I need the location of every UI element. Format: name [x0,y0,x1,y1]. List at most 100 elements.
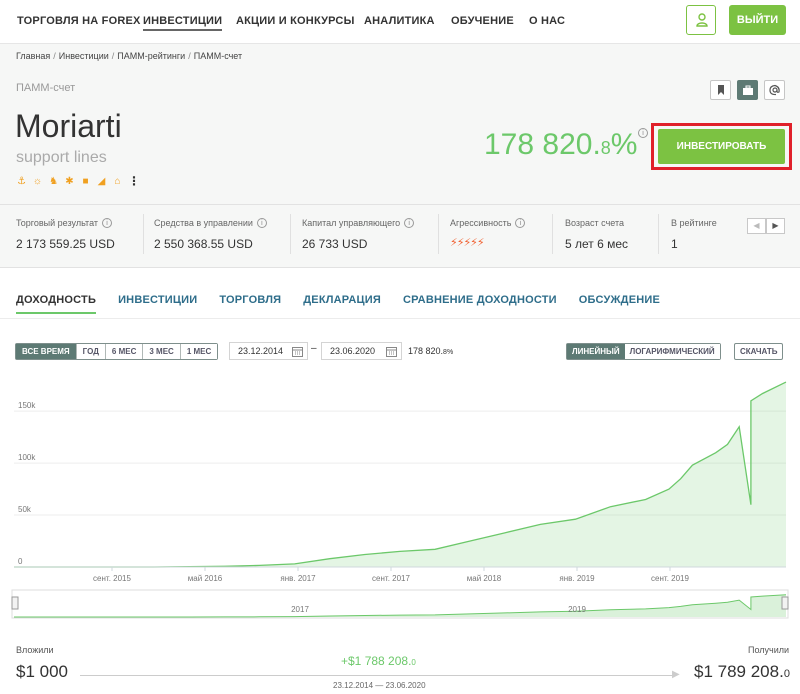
logout-button[interactable]: ВЫЙТИ [729,5,786,35]
stat-value: 1 [671,237,678,251]
scale-log[interactable]: ЛОГАРИФМИЧЕСКИЙ [624,344,720,359]
nav-item-analytics[interactable]: АНАЛИТИКА [364,15,435,27]
bookmark-icon [718,85,724,95]
stat-value: 2 173 559.25 USD [16,237,115,251]
stat-label: Средства в управлении [154,218,253,228]
nav-item-education[interactable]: ОБУЧЕНИЕ [451,15,514,27]
calendar-icon [386,347,397,357]
summary-period: 23.12.2014 — 23.06.2020 [333,681,426,690]
tab-compare-returns[interactable]: СРАВНЕНИЕ ДОХОДНОСТИ [403,294,557,314]
next-arrow-icon[interactable]: ▶ [766,218,785,234]
stat-value: 5 лет 6 мес [565,237,629,251]
x-tick-label: сент. 2017 [372,574,410,583]
nav-item-promotions[interactable]: АКЦИИ И КОНКУРСЫ [236,15,355,27]
x-tick-label: май 2018 [467,574,502,583]
navigator-tick-label: 2019 [568,605,586,614]
y-tick-label: 100k [18,453,36,462]
divider [143,214,144,254]
breadcrumb: Главная / Инвестиции / ПАММ-рейтинги / ПАММ-сч… [16,51,243,61]
divider [658,214,659,254]
stairs-icon[interactable]: ◢ [96,176,107,187]
period-all-time[interactable]: ВСЕ ВРЕМЯ [16,344,77,359]
divider [0,318,800,319]
stat-rating: В рейтинге 1 [671,218,717,251]
tab-discussion[interactable]: ОБСУЖДЕНИЕ [579,294,660,314]
account-tabs: ДОХОДНОСТЬ ИНВЕСТИЦИИ ТОРГОВЛЯ ДЕКЛАРАЦИ… [16,294,682,314]
more-icon[interactable]: ⋮ [128,175,140,187]
invest-button[interactable]: ИНВЕСТИРОВАТЬ [658,129,785,164]
profit-value: +$1 788 208.0 [341,654,416,668]
stat-manager-capital: Капитал управляющего i 26 733 USD [302,218,415,251]
walker-icon[interactable]: ♞ [48,176,59,187]
returns-chart[interactable]: 0 50k 100k 150k сент. 2015 май 2016 янв. 2017 с… [0,372,800,588]
nav-item-forex[interactable]: ТОРГОВЛЯ НА FOREX [17,15,141,27]
divider [290,214,291,254]
period-year[interactable]: ГОД [76,344,106,359]
divider [0,204,800,205]
navigator-handle-right [781,596,789,610]
tab-returns[interactable]: ДОХОДНОСТЬ [16,294,97,314]
bookmark-button[interactable] [710,80,731,100]
sun-icon[interactable]: ☼ [32,176,43,187]
user-icon [696,13,708,27]
date-to-value: 23.06.2020 [330,346,376,356]
info-icon[interactable]: i [638,128,648,138]
lock-icon[interactable]: ■ [80,176,91,187]
profile-button[interactable] [686,5,716,35]
info-icon[interactable]: i [404,218,415,228]
account-type-label: ПАММ-счет [16,82,76,94]
stat-aggressiveness: Агрессивность i ⚡⚡⚡⚡⚡ [450,218,526,249]
nav-item-investments[interactable]: ИНВЕСТИЦИИ [143,15,223,31]
portfolio-button[interactable] [737,80,758,100]
download-button[interactable]: СКАЧАТЬ [734,343,784,360]
sparkle-icon[interactable]: ✱ [64,176,75,187]
x-tick-label: сент. 2019 [651,574,689,583]
breadcrumb-home[interactable]: Главная [16,51,50,61]
tab-investments[interactable]: ИНВЕСТИЦИИ [118,294,197,314]
received-value: $1 789 208.0 [694,662,790,681]
house-icon[interactable]: ⌂ [112,176,123,187]
stat-account-age: Возраст счета 5 лет 6 мес [565,218,628,251]
date-to-field[interactable]: 23.06.2020 [321,342,402,360]
scale-linear[interactable]: ЛИНЕЙНЫЙ [567,344,625,359]
breadcrumb-investments[interactable]: Инвестиции [59,51,109,61]
prev-arrow-icon[interactable]: ◀ [747,218,766,234]
invested-label: Вложили [16,645,54,655]
breadcrumb-current: ПАММ-счет [193,51,243,61]
navigator-tick-label: 2017 [291,605,309,614]
period-3-months[interactable]: 3 МЕС [143,344,181,359]
info-icon[interactable]: i [256,218,267,228]
stat-value: 26 733 USD [302,237,368,251]
x-tick-label: май 2016 [188,574,223,583]
info-icon[interactable]: i [102,218,113,228]
navigator-handle-left [11,596,19,610]
tab-declaration[interactable]: ДЕКЛАРАЦИЯ [303,294,381,314]
date-from-value: 23.12.2014 [238,346,284,356]
stat-managed-funds: Средства в управлении i 2 550 368.55 USD [154,218,267,251]
divider [438,214,439,254]
briefcase-icon [743,85,753,95]
aggressiveness-meter: ⚡⚡⚡⚡⚡ [450,237,485,249]
chart-navigator[interactable]: 2017 2019 [0,589,800,619]
date-from-field[interactable]: 23.12.2014 [229,342,308,360]
anchor-icon[interactable]: ⚓ [16,176,27,187]
breadcrumb-pamm-ratings[interactable]: ПАММ-рейтинги [117,51,185,61]
divider [552,214,553,254]
series-area [14,382,786,567]
x-tick-label: сент. 2015 [93,574,131,583]
nav-item-about[interactable]: О НАС [529,15,565,27]
y-tick-label: 50k [18,505,32,514]
subscribe-button[interactable] [764,80,785,100]
y-tick-label: 150k [18,401,36,410]
stat-label: В рейтинге [671,218,717,228]
received-label: Получили [748,645,790,655]
period-selector: ВСЕ ВРЕМЯ ГОД 6 МЕС 3 МЕС 1 МЕС [15,343,219,360]
period-6-months[interactable]: 6 МЕС [105,344,144,359]
date-range-dash: – [311,343,317,354]
info-icon[interactable]: i [515,218,526,228]
period-1-month[interactable]: 1 МЕС [180,344,218,359]
flow-line [80,675,675,676]
range-return: 178 820.8% [408,346,454,356]
tab-trading[interactable]: ТОРГОВЛЯ [219,294,281,314]
arrow-right-icon: ▶ [672,669,680,680]
